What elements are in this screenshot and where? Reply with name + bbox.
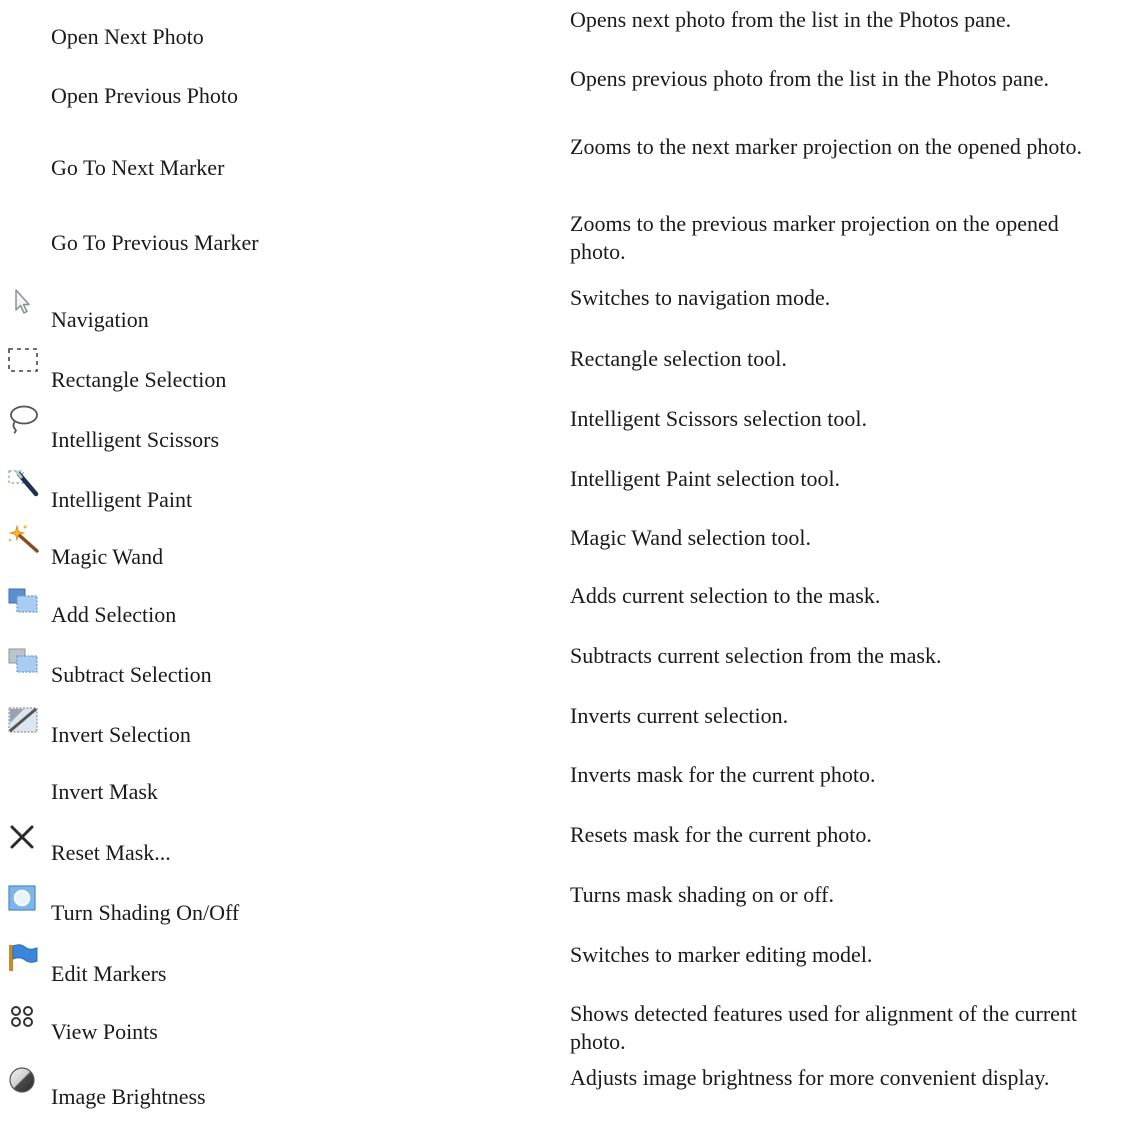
command-label: Image Brightness xyxy=(51,1084,206,1109)
command-label: Intelligent Scissors xyxy=(51,427,220,452)
command-cell: Navigation xyxy=(0,280,540,340)
description-cell: Inverts current selection. xyxy=(570,703,789,728)
command-cell: Image Brightness xyxy=(0,1062,540,1129)
command-label: Intelligent Paint xyxy=(51,487,193,512)
table-row: Reset Mask... Resets mask for the curren… xyxy=(0,820,1125,880)
lasso-icon xyxy=(6,404,42,434)
command-label: Rectangle Selection xyxy=(51,367,227,392)
command-cell: Go To Previous Marker xyxy=(0,205,540,280)
close-x-icon xyxy=(6,823,42,851)
points-grid-icon xyxy=(6,1003,42,1031)
description-cell: Switches to navigation mode. xyxy=(570,285,831,310)
add-selection-icon xyxy=(6,586,42,614)
description-cell: Magic Wand selection tool. xyxy=(570,525,811,550)
command-label: Open Previous Photo xyxy=(51,83,238,108)
command-label: Magic Wand xyxy=(51,544,164,569)
description-cell: Inverts mask for the current photo. xyxy=(570,762,876,787)
table-row: Intelligent Paint Intelligent Paint sele… xyxy=(0,460,1125,520)
table-row: Edit Markers Switches to marker editing … xyxy=(0,940,1125,1000)
description-cell: Resets mask for the current photo. xyxy=(570,822,872,847)
command-label: Open Next Photo xyxy=(51,24,204,49)
table-row: View Points Shows detected features used… xyxy=(0,1000,1125,1062)
command-label: Subtract Selection xyxy=(51,662,212,687)
table-row: Magic Wand Magic Wand selection tool. xyxy=(0,520,1125,580)
flag-icon xyxy=(6,943,42,971)
command-label: Reset Mask... xyxy=(51,840,171,865)
command-cell: Open Next Photo xyxy=(0,0,540,62)
table-row: Subtract Selection Subtracts current sel… xyxy=(0,640,1125,700)
command-cell: Intelligent Paint xyxy=(0,460,540,520)
command-label: Go To Next Marker xyxy=(51,155,225,180)
command-cell: Open Previous Photo xyxy=(0,62,540,130)
description-cell: Opens previous photo from the list in th… xyxy=(570,66,1050,91)
description-cell: Zooms to the next marker projection on t… xyxy=(570,134,1082,159)
command-label: Go To Previous Marker xyxy=(51,230,259,255)
description-cell: Zooms to the previous marker projection … xyxy=(570,211,1059,264)
command-label: Turn Shading On/Off xyxy=(51,900,240,925)
command-cell: Invert Selection xyxy=(0,700,540,760)
command-cell: View Points xyxy=(0,1000,540,1062)
table-row: Image Brightness Adjusts image brightnes… xyxy=(0,1062,1125,1129)
magic-wand-icon xyxy=(6,523,42,553)
command-label: Edit Markers xyxy=(51,961,167,986)
command-cell: Reset Mask... xyxy=(0,820,540,880)
shading-icon xyxy=(6,883,42,911)
table-row: Open Previous Photo Opens previous photo… xyxy=(0,62,1125,130)
table-row: Open Next Photo Opens next photo from th… xyxy=(0,0,1125,62)
invert-selection-icon xyxy=(6,705,42,733)
description-cell: Rectangle selection tool. xyxy=(570,346,787,371)
table-row: Go To Next Marker Zooms to the next mark… xyxy=(0,130,1125,205)
command-label: Add Selection xyxy=(51,602,177,627)
table-row: Turn Shading On/Off Turns mask shading o… xyxy=(0,880,1125,940)
command-cell: Add Selection xyxy=(0,580,540,640)
command-label: View Points xyxy=(51,1019,158,1044)
command-label: Navigation xyxy=(51,307,149,332)
table-row: Invert Mask Inverts mask for the current… xyxy=(0,760,1125,820)
command-cell: Invert Mask xyxy=(0,760,540,820)
description-cell: Switches to marker editing model. xyxy=(570,942,873,967)
description-cell: Opens next photo from the list in the Ph… xyxy=(570,7,1012,32)
command-cell: Go To Next Marker xyxy=(0,130,540,205)
subtract-selection-icon xyxy=(6,646,42,674)
command-cell: Intelligent Scissors xyxy=(0,400,540,460)
table-row: Rectangle Selection Rectangle selection … xyxy=(0,340,1125,400)
command-cell: Edit Markers xyxy=(0,940,540,1000)
command-cell: Turn Shading On/Off xyxy=(0,880,540,940)
command-cell: Rectangle Selection xyxy=(0,340,540,400)
rectangle-selection-icon xyxy=(6,346,42,374)
command-label: Invert Mask xyxy=(51,779,158,804)
description-cell: Turns mask shading on or off. xyxy=(570,882,835,907)
brightness-icon xyxy=(6,1066,42,1094)
table-row: Invert Selection Inverts current selecti… xyxy=(0,700,1125,760)
table-row: Navigation Switches to navigation mode. xyxy=(0,280,1125,340)
description-cell: Adjusts image brightness for more conven… xyxy=(570,1065,1050,1090)
description-cell: Shows detected features used for alignme… xyxy=(570,1001,1078,1054)
description-cell: Intelligent Scissors selection tool. xyxy=(570,406,867,431)
table-row: Go To Previous Marker Zooms to the previ… xyxy=(0,205,1125,280)
paint-brush-icon xyxy=(6,468,42,497)
command-label: Invert Selection xyxy=(51,722,191,747)
table-row: Intelligent Scissors Intelligent Scissor… xyxy=(0,400,1125,460)
command-cell: Magic Wand xyxy=(0,520,540,580)
table-row: Add Selection Adds current selection to … xyxy=(0,580,1125,640)
description-cell: Subtracts current selection from the mas… xyxy=(570,643,942,668)
description-cell: Intelligent Paint selection tool. xyxy=(570,466,841,491)
command-cell: Subtract Selection xyxy=(0,640,540,700)
arrow-cursor-icon xyxy=(8,288,44,316)
description-cell: Adds current selection to the mask. xyxy=(570,583,881,608)
